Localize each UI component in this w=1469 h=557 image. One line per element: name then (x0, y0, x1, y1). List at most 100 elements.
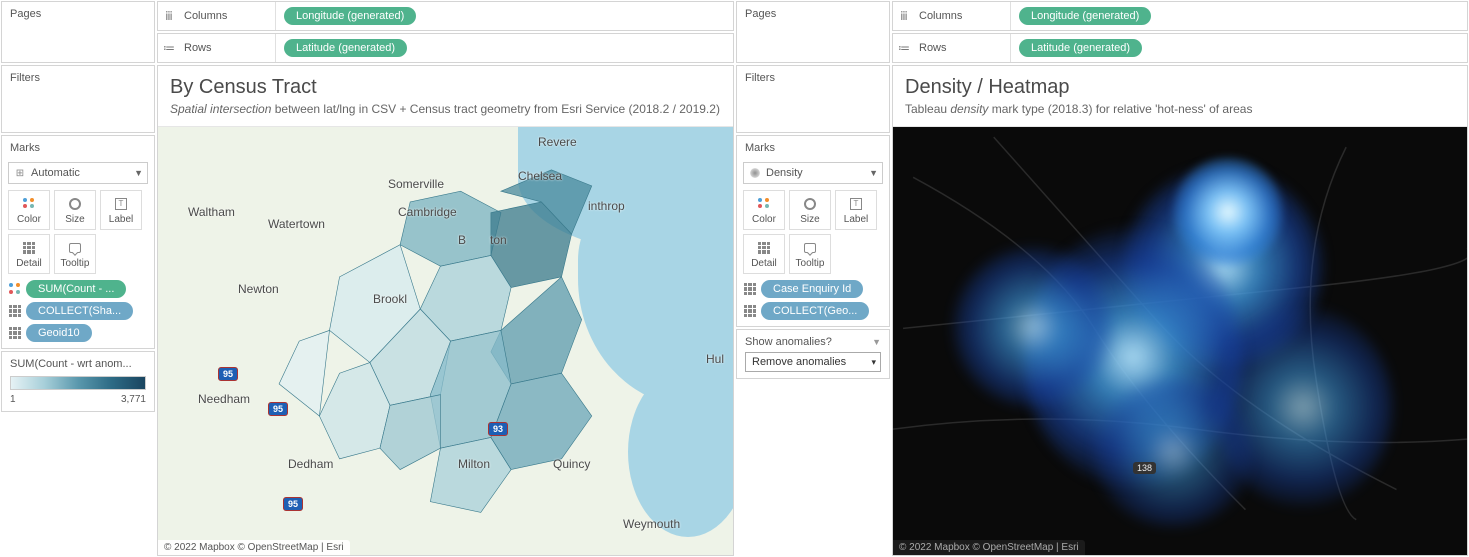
city-waltham: Waltham (188, 205, 235, 219)
city-quincy: Quincy (553, 457, 590, 471)
marks-label: Marks (2, 136, 154, 160)
tableau-dashboard: Pages Filters Marks ⊞ Automatic ▼ (0, 0, 1469, 557)
mark-type-select[interactable]: Density ▼ (743, 162, 883, 184)
city-boston-b: B (458, 233, 466, 247)
mark-pill-row[interactable]: SUM(Count - ... (8, 280, 148, 298)
left-main: ⅲ Columns Longitude (generated) ≔ Rows L… (156, 0, 735, 557)
size-icon (802, 196, 818, 212)
filters-card[interactable]: Filters (736, 65, 890, 133)
detail-icon (21, 240, 37, 256)
param-select[interactable]: Remove anomalies (745, 352, 881, 372)
pill-latitude[interactable]: Latitude (generated) (284, 39, 407, 57)
city-needham: Needham (198, 392, 250, 406)
left-side-cards: Pages Filters Marks ⊞ Automatic ▼ (0, 0, 156, 557)
pages-card[interactable]: Pages (1, 1, 155, 63)
detail-icon (743, 304, 757, 318)
city-winthrop: inthrop (588, 199, 625, 213)
chevron-down-icon: ▼ (872, 337, 881, 347)
rows-label: Rows (915, 34, 1011, 62)
mark-pill-row[interactable]: Case Enquiry Id (743, 280, 883, 298)
legend-title: SUM(Count - wrt anom... (10, 358, 146, 370)
pill-collect-sha[interactable]: COLLECT(Sha... (26, 302, 133, 320)
param-title: Show anomalies? (745, 336, 832, 348)
rows-shelf[interactable]: ≔ Rows Latitude (generated) (157, 33, 734, 63)
detail-icon (8, 326, 22, 340)
viz-subtitle: Spatial intersection between lat/lng in … (158, 101, 733, 126)
map-attribution: © 2022 Mapbox © OpenStreetMap | Esri (158, 540, 350, 555)
color-button[interactable]: Color (743, 190, 785, 230)
pages-card[interactable]: Pages (736, 1, 890, 63)
param-value: Remove anomalies (752, 356, 846, 368)
columns-shelf[interactable]: ⅲ Columns Longitude (generated) (157, 1, 734, 31)
size-button[interactable]: Size (54, 190, 96, 230)
columns-icon: ⅲ (158, 9, 180, 23)
color-icon (21, 196, 37, 212)
label-button[interactable]: T Label (100, 190, 142, 230)
pill-sum-count[interactable]: SUM(Count - ... (26, 280, 126, 298)
color-button[interactable]: Color (8, 190, 50, 230)
city-somerville: Somerville (388, 177, 444, 191)
route-i95: 95 (218, 367, 238, 381)
pages-label: Pages (745, 8, 776, 20)
viz-census-tract: By Census Tract Spatial intersection bet… (157, 65, 734, 556)
city-weymouth: Weymouth (623, 517, 680, 531)
parameter-card: Show anomalies? ▼ Remove anomalies (736, 329, 890, 379)
pages-label: Pages (10, 8, 41, 20)
city-boston-ton: ton (490, 233, 507, 247)
right-main: ⅲ Columns Longitude (generated) ≔ Rows L… (891, 0, 1469, 557)
pill-longitude[interactable]: Longitude (generated) (284, 7, 416, 25)
heat-blob (1093, 377, 1253, 527)
tooltip-icon (802, 240, 818, 256)
viz-title: By Census Tract (158, 66, 733, 101)
pill-case-enquiry[interactable]: Case Enquiry Id (761, 280, 863, 298)
pill-latitude[interactable]: Latitude (generated) (1019, 39, 1142, 57)
detail-button[interactable]: Detail (8, 234, 50, 274)
marks-card: Marks ⊞ Automatic ▼ Color Size (1, 135, 155, 349)
filters-card[interactable]: Filters (1, 65, 155, 133)
city-chelsea: Chelsea (518, 169, 562, 183)
city-cambridge: Cambridge (398, 205, 457, 219)
columns-shelf[interactable]: ⅲ Columns Longitude (generated) (892, 1, 1468, 31)
legend-max: 3,771 (121, 394, 146, 405)
mark-type-value: Density (766, 167, 803, 179)
choropleth-layer (158, 127, 733, 555)
city-dedham: Dedham (288, 457, 333, 471)
map-attribution: © 2022 Mapbox © OpenStreetMap | Esri (893, 540, 1085, 555)
label-icon: T (848, 196, 864, 212)
mark-type-value: Automatic (31, 167, 80, 179)
city-hull: Hul (706, 352, 724, 366)
detail-button[interactable]: Detail (743, 234, 785, 274)
columns-label: Columns (180, 2, 276, 30)
worksheet-left: Pages Filters Marks ⊞ Automatic ▼ (0, 0, 735, 557)
pill-longitude[interactable]: Longitude (generated) (1019, 7, 1151, 25)
choropleth-map[interactable]: Revere Chelsea Somerville Cambridge Walt… (158, 126, 733, 555)
automatic-icon: ⊞ (13, 166, 27, 180)
label-button[interactable]: T Label (835, 190, 877, 230)
route-i93: 93 (488, 422, 508, 436)
color-legend[interactable]: SUM(Count - wrt anom... 1 3,771 (1, 351, 155, 412)
chevron-down-icon: ▼ (134, 168, 143, 178)
mark-pill-row[interactable]: COLLECT(Geo... (743, 302, 883, 320)
density-map[interactable]: 138 © 2022 Mapbox © OpenStreetMap | Esri (893, 126, 1467, 555)
mark-pill-row[interactable]: COLLECT(Sha... (8, 302, 148, 320)
legend-gradient (10, 376, 146, 390)
color-icon (756, 196, 772, 212)
rows-icon: ≔ (158, 41, 180, 55)
city-brookline: Brookl (373, 292, 407, 306)
rows-label: Rows (180, 34, 276, 62)
detail-icon (743, 282, 757, 296)
mark-type-select[interactable]: ⊞ Automatic ▼ (8, 162, 148, 184)
pill-geoid10[interactable]: Geoid10 (26, 324, 92, 342)
city-newton: Newton (238, 282, 279, 296)
rows-shelf[interactable]: ≔ Rows Latitude (generated) (892, 33, 1468, 63)
tooltip-button[interactable]: Tooltip (54, 234, 96, 274)
viz-density: Density / Heatmap Tableau density mark t… (892, 65, 1468, 556)
heat-blob (953, 247, 1113, 407)
size-button[interactable]: Size (789, 190, 831, 230)
rows-icon: ≔ (893, 41, 915, 55)
mark-pill-row[interactable]: Geoid10 (8, 324, 148, 342)
filters-label: Filters (10, 72, 40, 84)
route-i95: 95 (283, 497, 303, 511)
pill-collect-geo[interactable]: COLLECT(Geo... (761, 302, 869, 320)
tooltip-button[interactable]: Tooltip (789, 234, 831, 274)
